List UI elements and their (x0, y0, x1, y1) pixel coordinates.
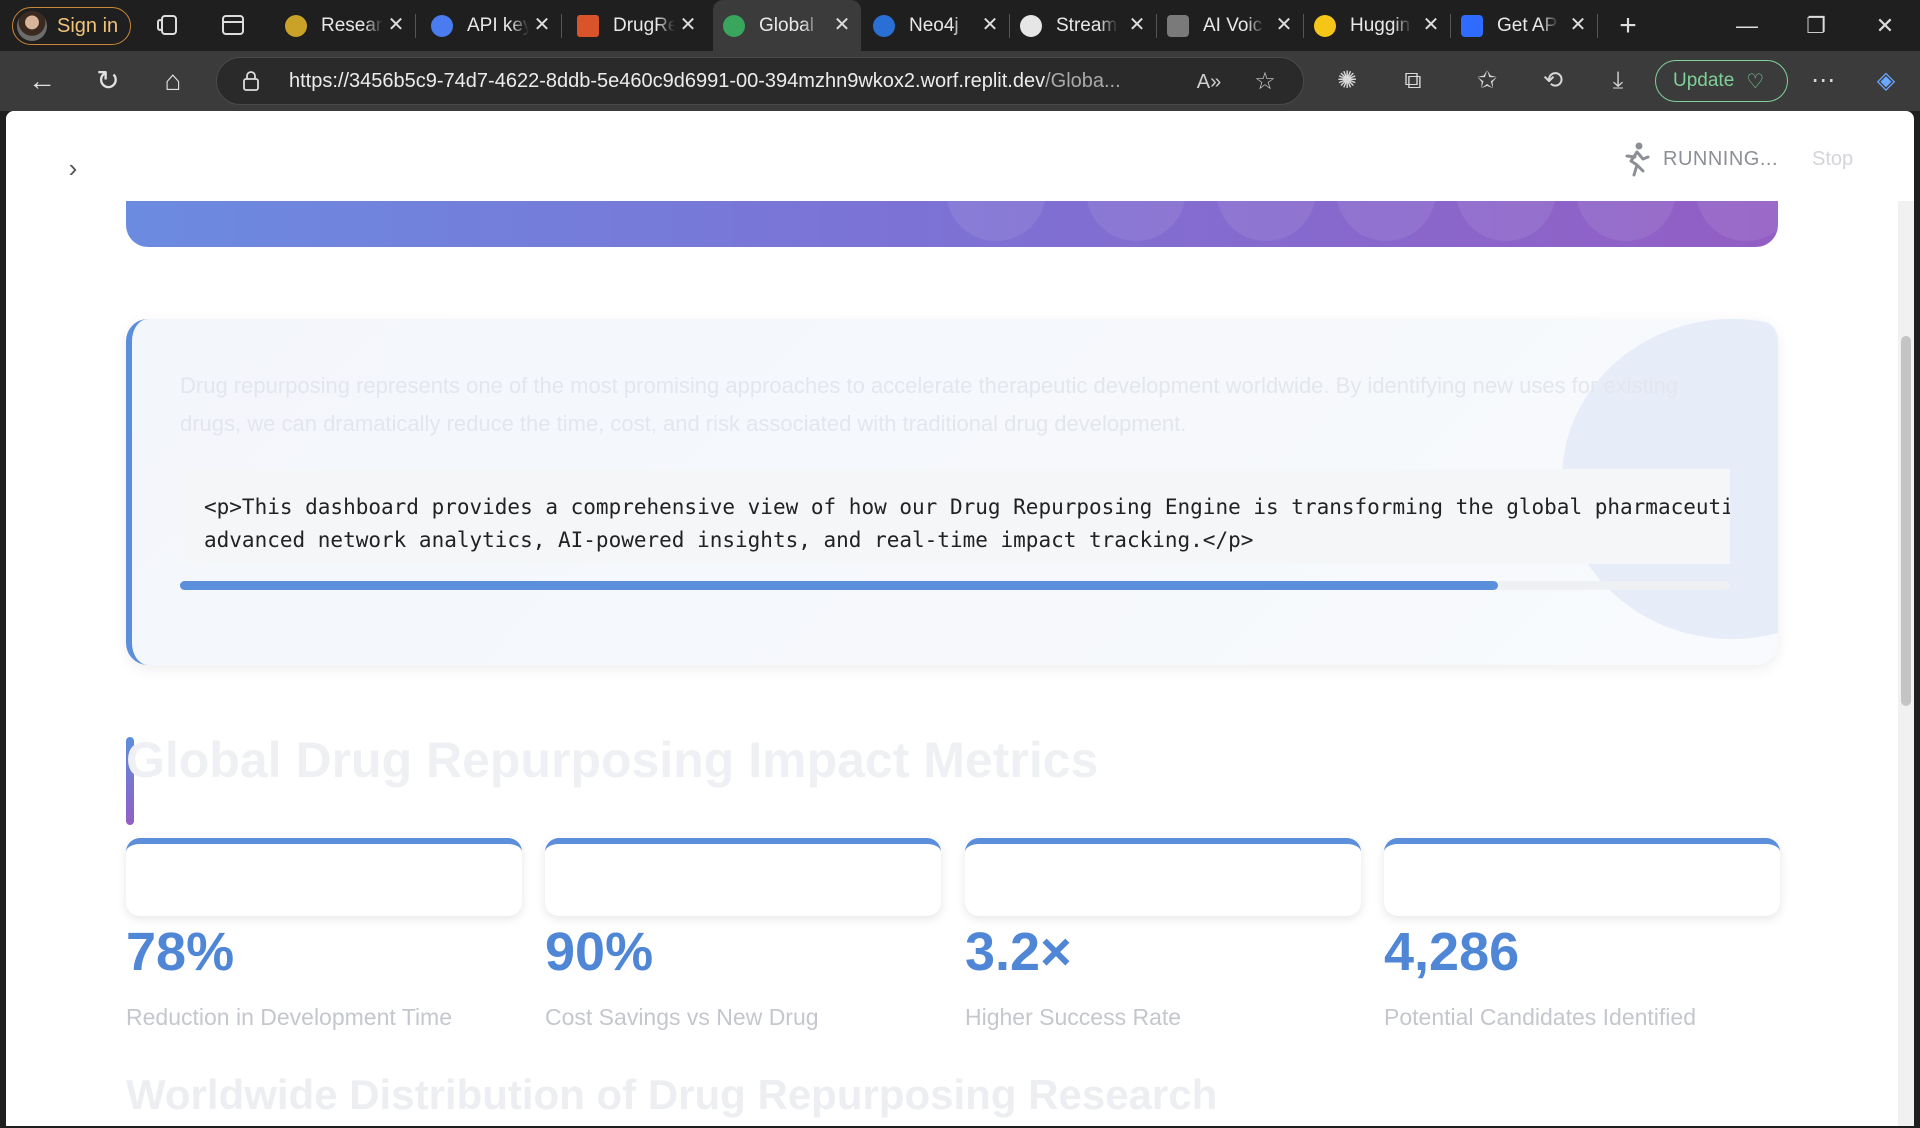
tab-favicon-icon (1461, 14, 1483, 37)
vertical-tabs-icon[interactable] (219, 11, 247, 39)
intro-card: Drug repurposing represents one of the m… (126, 319, 1778, 665)
close-tab-icon[interactable]: ✕ (831, 14, 853, 36)
tab-favicon-icon (285, 14, 307, 37)
workspaces-icon[interactable] (155, 11, 183, 39)
avatar (17, 11, 47, 41)
sidebar-toggle-icon[interactable]: › (58, 153, 88, 183)
tab-favicon-icon (431, 14, 453, 37)
tab-get-api[interactable]: Get AP ✕ (1451, 0, 1598, 51)
browser-tab-bar: Sign in Research ✕ API keys ✕ DrugRe ✕ G… (0, 0, 1920, 51)
metric-label: Reduction in Development Time (126, 1004, 452, 1030)
minimize-icon[interactable]: — (1731, 10, 1763, 42)
restore-icon[interactable]: ❐ (1800, 10, 1832, 42)
horizontal-scrollbar[interactable] (180, 581, 1730, 590)
close-window-icon[interactable]: ✕ (1869, 10, 1901, 42)
metric-card (1384, 838, 1780, 916)
extension-openai-icon[interactable]: ✺ (1330, 64, 1364, 98)
running-status-text: RUNNING... (1663, 147, 1778, 170)
close-tab-icon[interactable]: ✕ (1273, 14, 1295, 36)
home-icon[interactable]: ⌂ (156, 64, 190, 98)
more-menu-icon[interactable]: ⋯ (1806, 64, 1840, 98)
intro-paragraph: Drug repurposing represents one of the m… (180, 373, 1679, 436)
new-tab-icon[interactable]: + (1612, 10, 1644, 42)
close-tab-icon[interactable]: ✕ (1420, 14, 1442, 36)
stop-button[interactable]: Stop (1812, 148, 1853, 171)
scrollbar-thumb[interactable] (180, 581, 1498, 590)
code-line: <p>This dashboard provides a comprehensi… (204, 495, 1730, 519)
close-tab-icon[interactable]: ✕ (385, 14, 407, 36)
url-text[interactable]: https://3456b5c9-74d7-4622-8ddb-5e460c9d… (289, 70, 1189, 93)
read-aloud-icon[interactable]: A» (1195, 68, 1223, 96)
tab-hugging[interactable]: Huggin ✕ (1304, 0, 1451, 51)
copilot-icon[interactable]: ◈ (1869, 64, 1903, 98)
close-tab-icon[interactable]: ✕ (1567, 14, 1589, 36)
metric-label: Potential Candidates Identified (1384, 1004, 1696, 1030)
metric-card (545, 838, 941, 916)
metric-value: 90% (545, 922, 654, 982)
heartbeat-icon: ♡ (1746, 70, 1765, 93)
tab-favicon-icon (1314, 14, 1336, 37)
run-status: RUNNING... Stop (1621, 139, 1853, 179)
tab-api-keys[interactable]: API keys ✕ (421, 0, 562, 51)
close-tab-icon[interactable]: ✕ (677, 14, 699, 36)
tab-ai-voice[interactable]: AI Voic ✕ (1157, 0, 1304, 51)
metric-card (126, 838, 522, 916)
code-line: advanced network analytics, AI-powered i… (204, 528, 1254, 552)
tab-favicon-icon (1167, 14, 1189, 37)
tab-global[interactable]: Global ✕ (713, 0, 861, 51)
metric-card (965, 838, 1361, 916)
page-scrollbar-thumb[interactable] (1901, 336, 1911, 706)
tab-favicon-icon (873, 14, 895, 37)
tab-favicon-icon (1020, 14, 1042, 37)
header-overlay (6, 111, 1898, 201)
section-title: Global Drug Repurposing Impact Metrics (126, 732, 1099, 788)
close-tab-icon[interactable]: ✕ (531, 14, 553, 36)
address-bar[interactable]: https://3456b5c9-74d7-4622-8ddb-5e460c9d… (216, 57, 1304, 105)
metric-value: 3.2× (965, 922, 1072, 982)
next-section-title: Worldwide Distribution of Drug Repurposi… (126, 1071, 1218, 1118)
metric-value: 78% (126, 922, 235, 982)
page-scrollbar[interactable] (1898, 201, 1914, 1126)
tab-stream[interactable]: Stream ✕ (1010, 0, 1157, 51)
browser-toolbar: ← ↻ ⌂ https://3456b5c9-74d7-4622-8ddb-5e… (0, 51, 1920, 111)
lock-icon[interactable] (243, 71, 259, 91)
tab-favicon-icon (723, 14, 745, 37)
refresh-icon[interactable]: ↻ (91, 64, 125, 98)
downloads-icon[interactable]: ⤓ (1601, 64, 1635, 98)
sign-in-button[interactable]: Sign in (12, 7, 131, 45)
update-button[interactable]: Update ♡ (1655, 60, 1788, 102)
metric-value: 4,286 (1384, 922, 1520, 982)
history-icon[interactable]: ⟲ (1536, 64, 1570, 98)
tab-favicon-icon (577, 14, 599, 37)
code-block: <p>This dashboard provides a comprehensi… (180, 469, 1730, 564)
close-tab-icon[interactable]: ✕ (1126, 14, 1148, 36)
metric-label: Cost Savings vs New Drug (545, 1004, 819, 1030)
running-man-icon (1625, 142, 1650, 177)
metric-label: Higher Success Rate (965, 1004, 1182, 1030)
page-viewport: › RUNNING... Stop Drug repurposing repre… (6, 111, 1914, 1126)
favorite-star-icon[interactable]: ☆ (1251, 68, 1279, 96)
favorites-icon[interactable]: ✩ (1470, 64, 1504, 98)
extensions-icon[interactable]: ⧉ (1396, 64, 1430, 98)
back-icon[interactable]: ← (25, 64, 59, 98)
tab-research[interactable]: Research ✕ (275, 0, 416, 51)
tab-drugre[interactable]: DrugRe ✕ (567, 0, 707, 51)
tab-neo4j[interactable]: Neo4j ✕ (863, 0, 1010, 51)
close-tab-icon[interactable]: ✕ (979, 14, 1001, 36)
sign-in-label: Sign in (57, 14, 119, 37)
